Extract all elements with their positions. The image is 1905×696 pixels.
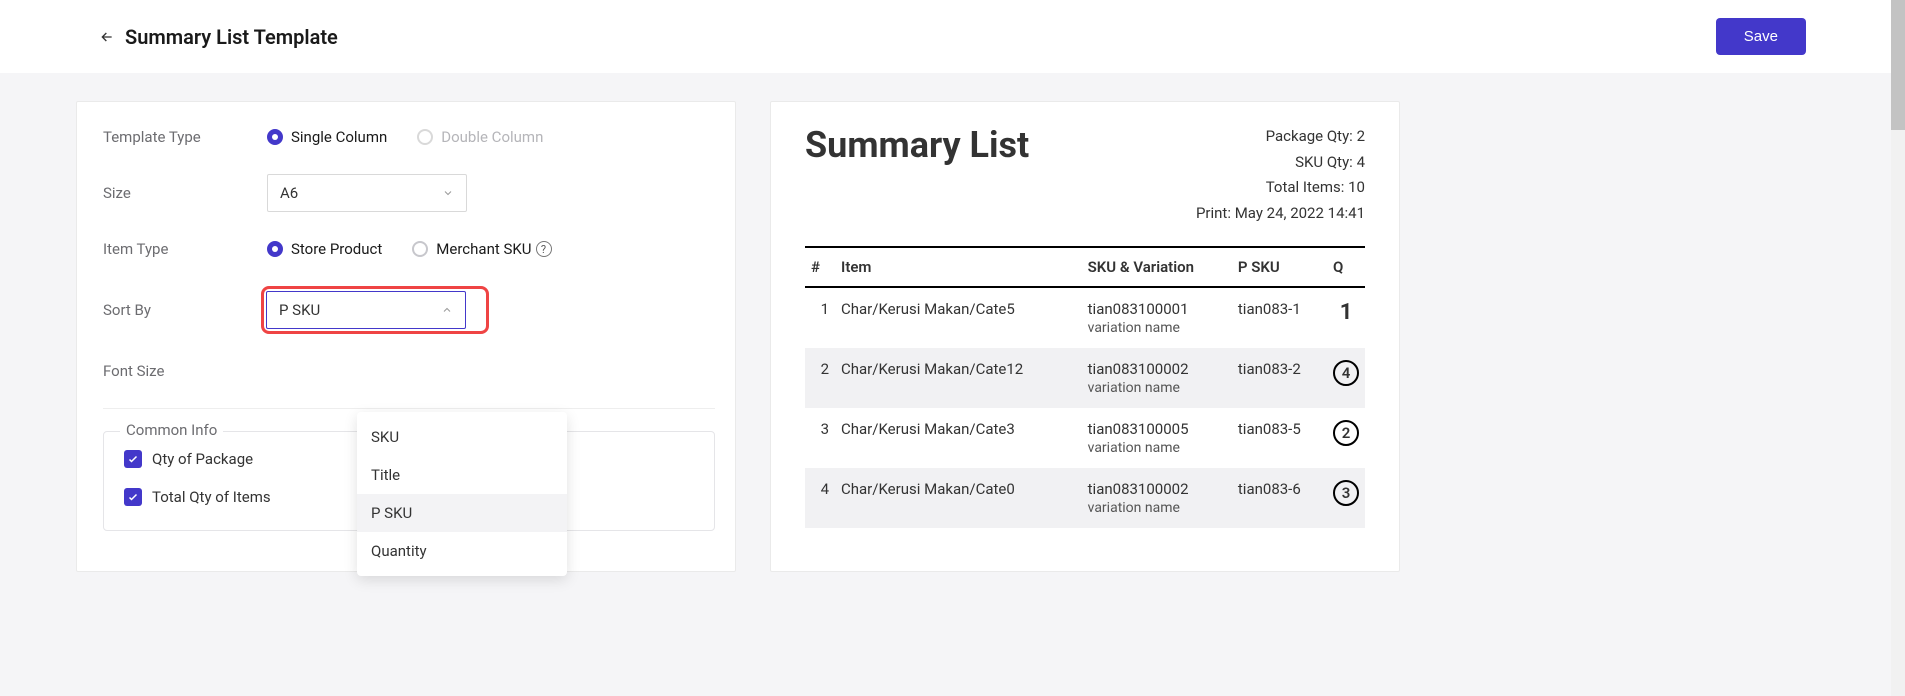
sort-by-select[interactable]: P SKU [266, 291, 466, 329]
cell-item: Char/Kerusi Makan/Cate12 [835, 348, 1082, 408]
divider [103, 408, 715, 409]
radio-store-product[interactable]: Store Product [267, 240, 382, 258]
radio-dot-icon [412, 241, 428, 257]
sort-by-highlight: P SKU [261, 286, 489, 334]
cell-q: 2 [1327, 408, 1365, 468]
cell-psku: tian083-2 [1232, 348, 1327, 408]
checkbox-total-qty[interactable]: Total Qty of Items [124, 488, 394, 506]
top-bar: Summary List Template Save [0, 0, 1905, 73]
col-header-item: Item [835, 247, 1082, 287]
content-area: Template Type Single Column Double Colum… [0, 73, 1905, 600]
info-icon[interactable]: ? [536, 241, 552, 257]
col-header-psku: P SKU [1232, 247, 1327, 287]
font-size-label: Font Size [103, 362, 267, 380]
dropdown-item-sku[interactable]: SKU [357, 418, 567, 456]
cell-sku: tian083100002variation name [1082, 348, 1232, 408]
qty-circled: 2 [1333, 420, 1359, 446]
qty-circled: 4 [1333, 360, 1359, 386]
cell-n: 2 [805, 348, 835, 408]
checkbox-label: Qty of Package [152, 450, 253, 468]
cell-q: 3 [1327, 468, 1365, 528]
size-label: Size [103, 184, 267, 202]
checkbox-icon [124, 488, 142, 506]
dropdown-item-title[interactable]: Title [357, 456, 567, 494]
radio-label-merchant: Merchant SKU [436, 240, 531, 258]
radio-dot-icon [267, 129, 283, 145]
cell-n: 4 [805, 468, 835, 528]
item-type-label: Item Type [103, 240, 267, 258]
radio-dot-icon [267, 241, 283, 257]
qty-circled: 3 [1333, 480, 1359, 506]
common-info-title: Common Info [120, 421, 223, 439]
radio-label-double: Double Column [441, 128, 543, 146]
page-title: Summary List Template [125, 25, 338, 49]
cell-n: 3 [805, 408, 835, 468]
scrollbar[interactable] [1891, 0, 1905, 696]
print-label: Print: [1196, 204, 1231, 222]
table-row: 1Char/Kerusi Makan/Cate5tian083100001var… [805, 287, 1365, 348]
checkbox-icon [124, 450, 142, 468]
sku-qty-label: SKU Qty: [1295, 153, 1353, 171]
size-select[interactable]: A6 [267, 174, 467, 212]
chevron-up-icon [441, 304, 453, 316]
col-header-sku: SKU & Variation [1082, 247, 1232, 287]
cell-psku: tian083-6 [1232, 468, 1327, 528]
print-time: May 24, 2022 14:41 [1235, 204, 1365, 222]
chevron-down-icon [442, 187, 454, 199]
save-button[interactable]: Save [1716, 18, 1806, 55]
table-row: 2Char/Kerusi Makan/Cate12tian083100002va… [805, 348, 1365, 408]
col-header-n: # [805, 247, 835, 287]
settings-panel: Template Type Single Column Double Colum… [76, 101, 736, 572]
radio-dot-icon [417, 129, 433, 145]
cell-sku: tian083100002variation name [1082, 468, 1232, 528]
scroll-thumb[interactable] [1891, 0, 1905, 130]
preview-table: # Item SKU & Variation P SKU Q 1Char/Ker… [805, 246, 1365, 528]
cell-n: 1 [805, 287, 835, 348]
package-qty: 2 [1357, 127, 1365, 145]
qty-plain: 1 [1340, 300, 1353, 325]
checkbox-qty-package[interactable]: Qty of Package [124, 450, 394, 468]
col-header-q: Q [1327, 247, 1365, 287]
back-arrow-icon[interactable] [99, 29, 115, 45]
size-value: A6 [280, 184, 298, 202]
radio-single-column[interactable]: Single Column [267, 128, 387, 146]
cell-sku: tian083100005variation name [1082, 408, 1232, 468]
checkbox-label: Total Qty of Items [152, 488, 271, 506]
cell-psku: tian083-5 [1232, 408, 1327, 468]
template-type-label: Template Type [103, 128, 267, 146]
table-row: 4Char/Kerusi Makan/Cate0tian083100002var… [805, 468, 1365, 528]
dropdown-item-psku[interactable]: P SKU [357, 494, 567, 532]
sort-by-label: Sort By [103, 301, 267, 319]
total-items-label: Total Items: [1266, 178, 1345, 196]
sort-by-value: P SKU [279, 301, 320, 319]
cell-sku: tian083100001variation name [1082, 287, 1232, 348]
radio-label-single: Single Column [291, 128, 387, 146]
preview-title: Summary List [805, 124, 1029, 166]
radio-double-column[interactable]: Double Column [417, 128, 543, 146]
preview-panel: Summary List Package Qty: 2 SKU Qty: 4 T… [770, 101, 1400, 572]
cell-item: Char/Kerusi Makan/Cate3 [835, 408, 1082, 468]
cell-psku: tian083-1 [1232, 287, 1327, 348]
cell-q: 1 [1327, 287, 1365, 348]
package-qty-label: Package Qty: [1266, 127, 1353, 145]
cell-q: 4 [1327, 348, 1365, 408]
radio-label-store: Store Product [291, 240, 382, 258]
cell-item: Char/Kerusi Makan/Cate5 [835, 287, 1082, 348]
dropdown-item-quantity[interactable]: Quantity [357, 532, 567, 570]
sku-qty: 4 [1357, 153, 1365, 171]
total-items: 10 [1348, 178, 1365, 196]
table-row: 3Char/Kerusi Makan/Cate3tian083100005var… [805, 408, 1365, 468]
radio-merchant-sku[interactable]: Merchant SKU ? [412, 240, 551, 258]
sort-by-dropdown: SKU Title P SKU Quantity [357, 412, 567, 576]
cell-item: Char/Kerusi Makan/Cate0 [835, 468, 1082, 528]
preview-meta: Package Qty: 2 SKU Qty: 4 Total Items: 1… [1196, 124, 1365, 226]
